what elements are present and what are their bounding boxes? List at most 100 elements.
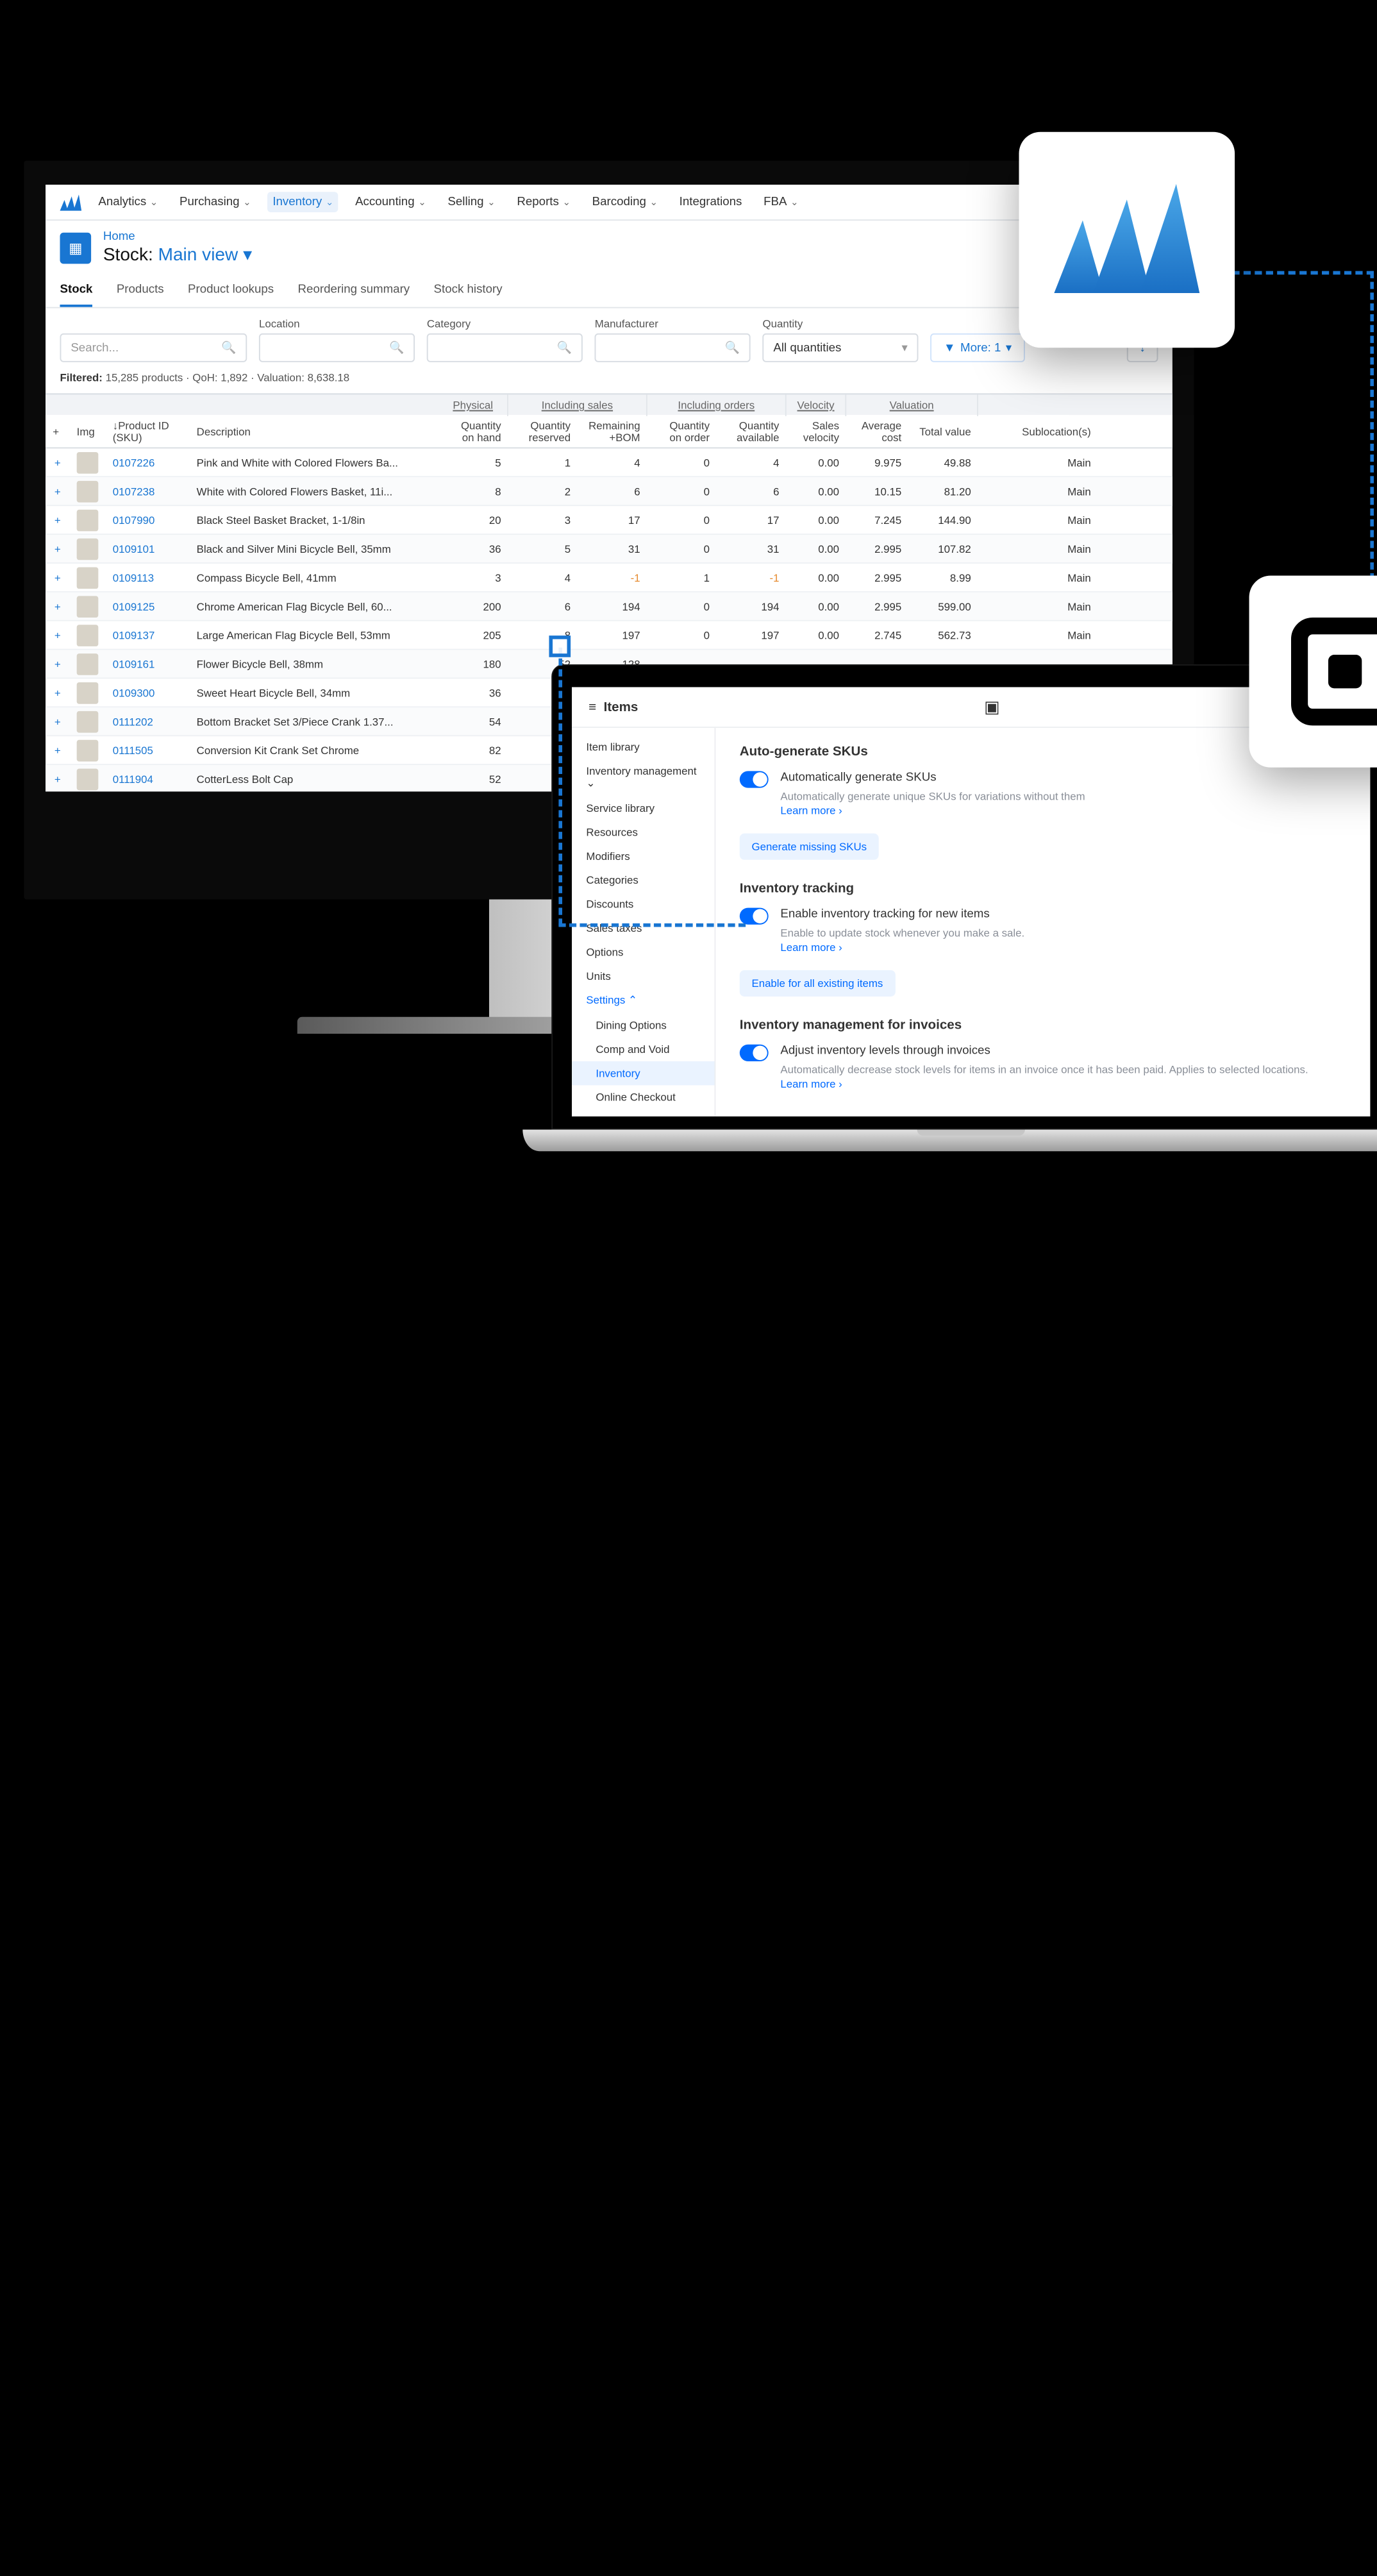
table-row[interactable]: +0109125Chrome American Flag Bicycle Bel…	[46, 593, 1173, 621]
cell-velocity: 0.00	[787, 540, 847, 557]
menu-icon[interactable]: ≡ Items	[588, 700, 638, 714]
more-filters-button[interactable]: ▼ More: 1 ▾	[930, 333, 1024, 362]
sidebar-item-comp-and-void[interactable]: Comp and Void	[572, 1038, 715, 1061]
sidebar-item-options[interactable]: Options	[572, 940, 715, 964]
nav-purchasing[interactable]: Purchasing ⌄	[174, 192, 256, 212]
nav-integrations[interactable]: Integrations	[674, 192, 747, 212]
col-img[interactable]: Img	[69, 423, 105, 439]
product-sku-link[interactable]: 0111505	[106, 742, 190, 759]
invoices-learn-more[interactable]: Learn more ›	[780, 1078, 842, 1090]
product-sku-link[interactable]: 0107226	[106, 454, 190, 471]
col-product-id[interactable]: ↓Product ID (SKU)	[106, 417, 190, 446]
tab-product-lookups[interactable]: Product lookups	[188, 274, 274, 307]
col-avg-cost[interactable]: Average cost	[846, 417, 908, 446]
location-filter[interactable]: 🔍	[259, 333, 415, 362]
product-sku-link[interactable]: 0109125	[106, 598, 190, 614]
tab-products[interactable]: Products	[117, 274, 164, 307]
sidebar-item-units[interactable]: Units	[572, 964, 715, 988]
view-selector[interactable]: Main view ▾	[158, 244, 253, 265]
sidebar-item-settings[interactable]: Settings ⌃	[572, 988, 715, 1013]
expand-row-icon[interactable]: +	[46, 713, 69, 730]
product-description: Large American Flag Bicycle Bell, 53mm	[189, 627, 438, 643]
table-row[interactable]: +0109137Large American Flag Bicycle Bell…	[46, 621, 1173, 650]
expand-row-icon[interactable]: +	[46, 655, 69, 672]
expand-column-header[interactable]: +	[46, 423, 69, 439]
expand-row-icon[interactable]: +	[46, 569, 69, 585]
sidebar-item-categories[interactable]: Categories	[572, 868, 715, 892]
cell-on-order: 1	[647, 569, 717, 585]
filter-location-label: Location	[259, 318, 415, 330]
nav-fba[interactable]: FBA ⌄	[759, 192, 803, 212]
product-thumb	[77, 595, 99, 617]
col-sublocations[interactable]: Sublocation(s)	[978, 423, 1098, 439]
toggle-auto-sku[interactable]	[740, 771, 769, 787]
expand-row-icon[interactable]: +	[46, 540, 69, 557]
table-row[interactable]: +0107990Black Steel Basket Bracket, 1-1/…	[46, 506, 1173, 535]
sidebar-item-modifiers[interactable]: Modifiers	[572, 844, 715, 868]
sidebar-item-item-library[interactable]: Item library	[572, 735, 715, 759]
expand-row-icon[interactable]: +	[46, 512, 69, 528]
tab-stock[interactable]: Stock	[60, 274, 93, 307]
col-remaining[interactable]: Remaining +BOM	[578, 417, 647, 446]
col-total-value[interactable]: Total value	[908, 423, 978, 439]
product-sku-link[interactable]: 0111904	[106, 770, 190, 787]
generate-skus-button[interactable]: Generate missing SKUs	[740, 834, 879, 860]
product-sku-link[interactable]: 0109300	[106, 684, 190, 701]
product-description: Compass Bicycle Bell, 41mm	[189, 569, 438, 585]
col-available[interactable]: Quantity available	[717, 417, 786, 446]
table-row[interactable]: +0109101Black and Silver Mini Bicycle Be…	[46, 535, 1173, 564]
col-qoh[interactable]: Quantity on hand	[438, 417, 508, 446]
sidebar-item-sales-taxes[interactable]: Sales taxes	[572, 916, 715, 940]
cell-remaining: 6	[578, 483, 647, 500]
filter-category-label: Category	[427, 318, 583, 330]
expand-row-icon[interactable]: +	[46, 598, 69, 614]
toggle-tracking[interactable]	[740, 908, 769, 925]
tab-reordering-summary[interactable]: Reordering summary	[298, 274, 410, 307]
product-sku-link[interactable]: 0109137	[106, 627, 190, 643]
sidebar-item-service-library[interactable]: Service library	[572, 796, 715, 820]
sidebar-item-online-checkout[interactable]: Online Checkout	[572, 1085, 715, 1109]
product-sku-link[interactable]: 0107238	[106, 483, 190, 500]
sidebar-item-resources[interactable]: Resources	[572, 820, 715, 844]
nav-barcoding[interactable]: Barcoding ⌄	[587, 192, 662, 212]
toggle-invoices[interactable]	[740, 1045, 769, 1061]
nav-selling[interactable]: Selling ⌄	[443, 192, 500, 212]
cell-sublocation: Main	[978, 627, 1098, 643]
tracking-learn-more[interactable]: Learn more ›	[780, 941, 842, 954]
product-sku-link[interactable]: 0109101	[106, 540, 190, 557]
sidebar-item-inventory[interactable]: Inventory	[572, 1061, 715, 1085]
breadcrumb[interactable]: Home	[103, 230, 252, 244]
table-row[interactable]: +0107238White with Colored Flowers Baske…	[46, 477, 1173, 506]
col-on-order[interactable]: Quantity on order	[647, 417, 717, 446]
sidebar-item-dining-options[interactable]: Dining Options	[572, 1013, 715, 1037]
col-description[interactable]: Description	[189, 423, 438, 439]
auto-sku-learn-more[interactable]: Learn more ›	[780, 805, 842, 817]
tab-stock-history[interactable]: Stock history	[434, 274, 503, 307]
sidebar-item-discounts[interactable]: Discounts	[572, 892, 715, 916]
cell-qoh: 82	[438, 742, 508, 759]
expand-row-icon[interactable]: +	[46, 483, 69, 500]
product-sku-link[interactable]: 0111202	[106, 713, 190, 730]
product-sku-link[interactable]: 0109161	[106, 655, 190, 672]
nav-reports[interactable]: Reports ⌄	[512, 192, 576, 212]
sidebar-item-inventory-management[interactable]: Inventory management ⌄	[572, 759, 715, 796]
nav-analytics[interactable]: Analytics ⌄	[94, 192, 163, 212]
table-row[interactable]: +0109113Compass Bicycle Bell, 41mm34-11-…	[46, 564, 1173, 593]
col-reserved[interactable]: Quantity reserved	[508, 417, 578, 446]
nav-inventory[interactable]: Inventory ⌄	[268, 192, 338, 212]
quantity-filter[interactable]: All quantities▾	[763, 333, 919, 362]
expand-row-icon[interactable]: +	[46, 742, 69, 759]
manufacturer-filter[interactable]: 🔍	[595, 333, 751, 362]
table-row[interactable]: +0107226Pink and White with Colored Flow…	[46, 448, 1173, 477]
nav-accounting[interactable]: Accounting ⌄	[351, 192, 431, 212]
col-velocity[interactable]: Sales velocity	[787, 417, 847, 446]
expand-row-icon[interactable]: +	[46, 684, 69, 701]
expand-row-icon[interactable]: +	[46, 454, 69, 471]
product-sku-link[interactable]: 0107990	[106, 512, 190, 528]
product-sku-link[interactable]: 0109113	[106, 569, 190, 585]
enable-existing-button[interactable]: Enable for all existing items	[740, 970, 895, 997]
expand-row-icon[interactable]: +	[46, 770, 69, 787]
search-input[interactable]: Search... 🔍	[60, 333, 247, 362]
category-filter[interactable]: 🔍	[427, 333, 583, 362]
expand-row-icon[interactable]: +	[46, 627, 69, 643]
